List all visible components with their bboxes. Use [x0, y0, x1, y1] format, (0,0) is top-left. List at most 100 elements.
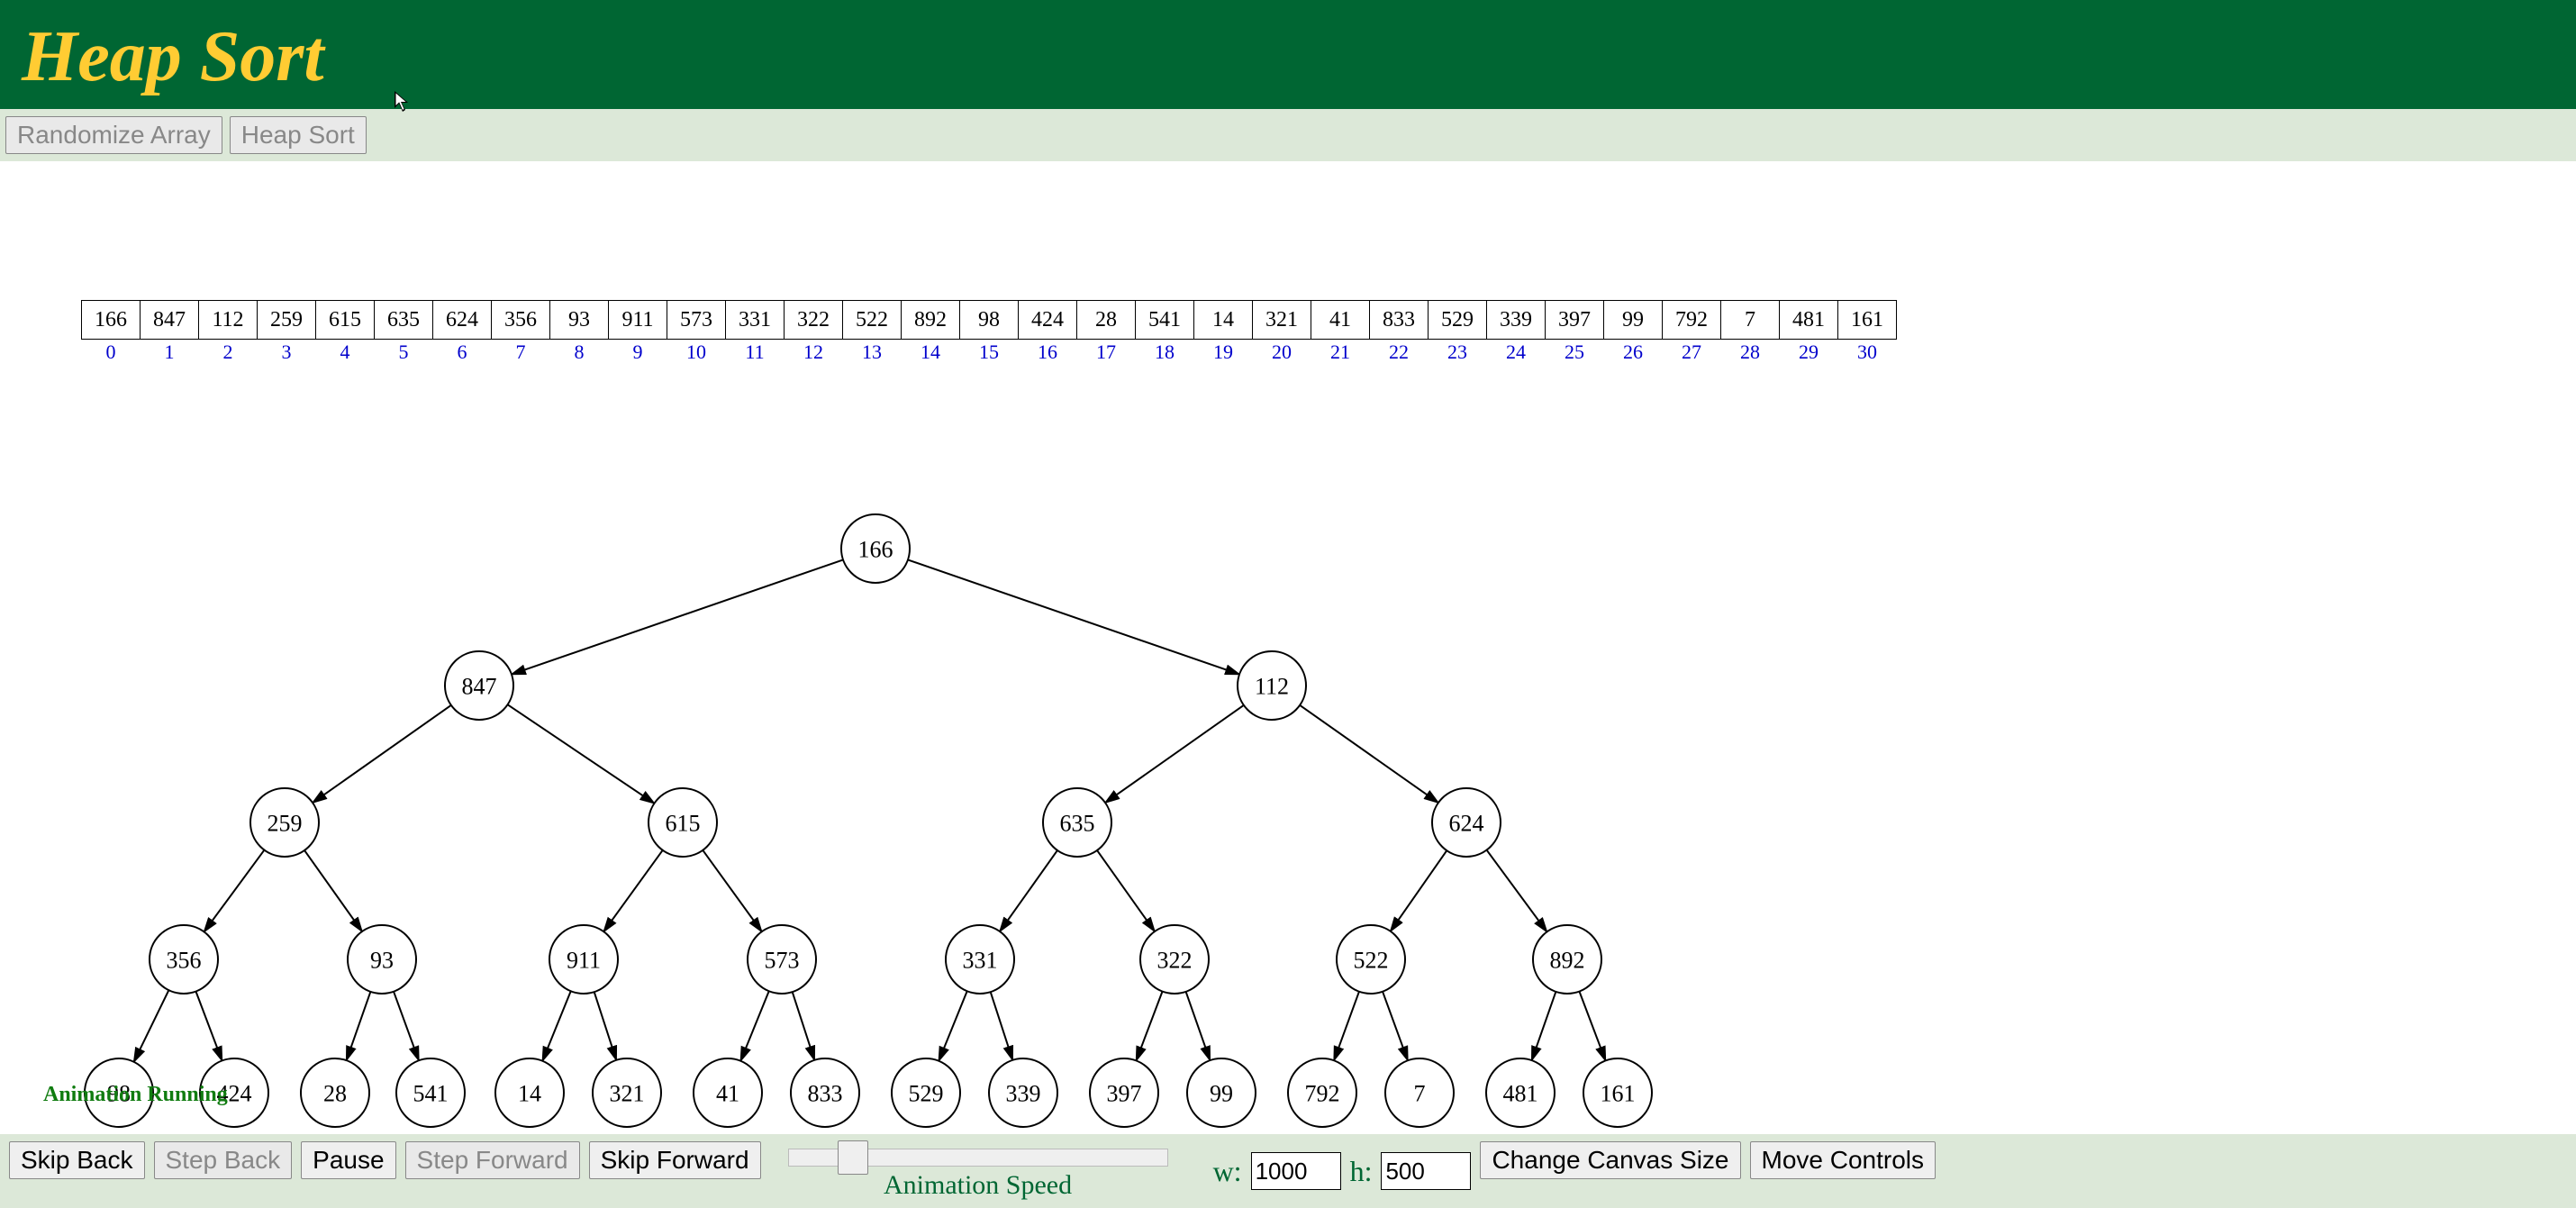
tree-node-value: 112 — [1255, 674, 1289, 700]
tree-node: 112 — [1238, 651, 1306, 720]
tree-node: 356 — [150, 925, 218, 994]
move-controls-button[interactable]: Move Controls — [1750, 1141, 1937, 1179]
tree-node: 321 — [593, 1058, 661, 1127]
tree-node-value: 635 — [1060, 811, 1095, 837]
canvas-width-input[interactable] — [1251, 1152, 1341, 1190]
tree-node-value: 259 — [268, 811, 303, 837]
tree-node-value: 99 — [1210, 1081, 1233, 1107]
tree-node-value: 792 — [1305, 1081, 1340, 1107]
pause-button[interactable]: Pause — [301, 1141, 395, 1179]
tree-node: 322 — [1140, 925, 1209, 994]
tree-node-value: 892 — [1550, 948, 1585, 974]
tree-edge — [1391, 850, 1447, 931]
step-forward-button[interactable]: Step Forward — [405, 1141, 580, 1179]
tree-edge — [1300, 705, 1438, 803]
tree-node-value: 41 — [716, 1081, 739, 1107]
height-label: h: — [1350, 1155, 1373, 1188]
change-canvas-size-button[interactable]: Change Canvas Size — [1480, 1141, 1740, 1179]
tree-edge — [1383, 992, 1408, 1061]
tree-edge — [1532, 992, 1556, 1060]
status-text: Animation Running — [43, 1083, 228, 1107]
tree-node-value: 847 — [462, 674, 497, 700]
tree-node: 892 — [1533, 925, 1601, 994]
skip-back-button[interactable]: Skip Back — [9, 1141, 145, 1179]
tree-edge — [542, 991, 570, 1061]
tree-node: 41 — [694, 1058, 762, 1127]
tree-edge — [793, 992, 815, 1060]
tree-edge — [347, 992, 371, 1060]
tree-node: 99 — [1187, 1058, 1256, 1127]
randomize-array-button[interactable]: Randomize Array — [5, 116, 222, 154]
tree-node: 481 — [1486, 1058, 1555, 1127]
tree-edge — [1334, 992, 1359, 1061]
skip-forward-button[interactable]: Skip Forward — [589, 1141, 761, 1179]
tree-node-value: 615 — [666, 811, 701, 837]
tree-edge — [1000, 850, 1057, 931]
canvas-height-input[interactable] — [1381, 1152, 1471, 1190]
tree-node: 522 — [1337, 925, 1405, 994]
tree-node-value: 529 — [909, 1081, 944, 1107]
tree-node-value: 7 — [1414, 1081, 1426, 1107]
tree-edge — [1487, 850, 1547, 932]
tree-node-value: 321 — [610, 1081, 645, 1107]
top-controls-bar: Randomize Array Heap Sort — [0, 109, 2576, 161]
tree-node-value: 356 — [167, 948, 202, 974]
speed-slider-thumb[interactable] — [838, 1140, 868, 1175]
tree-node: 397 — [1090, 1058, 1158, 1127]
tree-edge — [991, 992, 1013, 1060]
tree-node: 14 — [495, 1058, 564, 1127]
speed-slider[interactable] — [788, 1149, 1168, 1167]
tree-node: 624 — [1432, 788, 1501, 857]
tree-node-value: 93 — [370, 948, 394, 974]
tree-edge — [204, 850, 265, 932]
page-header: Heap Sort — [0, 0, 2576, 109]
heap-sort-button[interactable]: Heap Sort — [230, 116, 367, 154]
tree-edge — [603, 850, 662, 931]
tree-edge — [594, 992, 617, 1060]
tree-edge — [394, 992, 419, 1061]
tree-edge — [908, 559, 1239, 674]
tree-node: 847 — [445, 651, 513, 720]
bottom-controls-bar: Skip Back Step Back Pause Step Forward S… — [0, 1134, 2576, 1208]
tree-node: 833 — [791, 1058, 859, 1127]
visualization-canvas: 1660847111222593615463556246356793891195… — [0, 161, 2576, 1134]
tree-edge — [134, 990, 169, 1062]
tree-edge — [313, 705, 451, 803]
step-back-button[interactable]: Step Back — [154, 1141, 293, 1179]
tree-node: 615 — [649, 788, 717, 857]
tree-node-value: 339 — [1006, 1081, 1041, 1107]
tree-node: 331 — [946, 925, 1014, 994]
tree-node: 166 — [841, 514, 910, 583]
tree-node-value: 166 — [858, 537, 893, 563]
tree-node-value: 14 — [518, 1081, 541, 1107]
tree-edge — [1136, 992, 1162, 1061]
tree-node: 635 — [1043, 788, 1111, 857]
tree-edge — [304, 850, 362, 931]
tree-node: 93 — [348, 925, 416, 994]
tree-node-value: 28 — [323, 1081, 347, 1107]
tree-edge — [740, 991, 768, 1061]
tree-node-value: 322 — [1157, 948, 1193, 974]
width-label: w: — [1213, 1155, 1242, 1188]
tree-node: 573 — [748, 925, 816, 994]
heap-tree: 166 847 112 259 615 635 624 356 93 911 573 331 322 52… — [0, 161, 2576, 1134]
tree-edge — [1105, 705, 1244, 803]
tree-edge — [512, 559, 843, 674]
tree-node-value: 161 — [1601, 1081, 1636, 1107]
tree-node: 259 — [250, 788, 319, 857]
tree-edge — [1579, 992, 1605, 1061]
tree-node-value: 481 — [1503, 1081, 1538, 1107]
cursor-icon — [394, 90, 412, 114]
tree-node-value: 522 — [1354, 948, 1389, 974]
tree-node-value: 541 — [413, 1081, 449, 1107]
tree-node: 529 — [892, 1058, 960, 1127]
tree-edge — [1186, 992, 1211, 1060]
speed-slider-label: Animation Speed — [884, 1170, 1072, 1201]
speed-slider-box: Animation Speed — [788, 1141, 1168, 1201]
tree-node-value: 573 — [765, 948, 800, 974]
tree-node: 911 — [549, 925, 618, 994]
tree-node-value: 833 — [808, 1081, 843, 1107]
tree-edge — [195, 992, 222, 1061]
tree-node-value: 331 — [963, 948, 998, 974]
tree-node: 339 — [989, 1058, 1057, 1127]
